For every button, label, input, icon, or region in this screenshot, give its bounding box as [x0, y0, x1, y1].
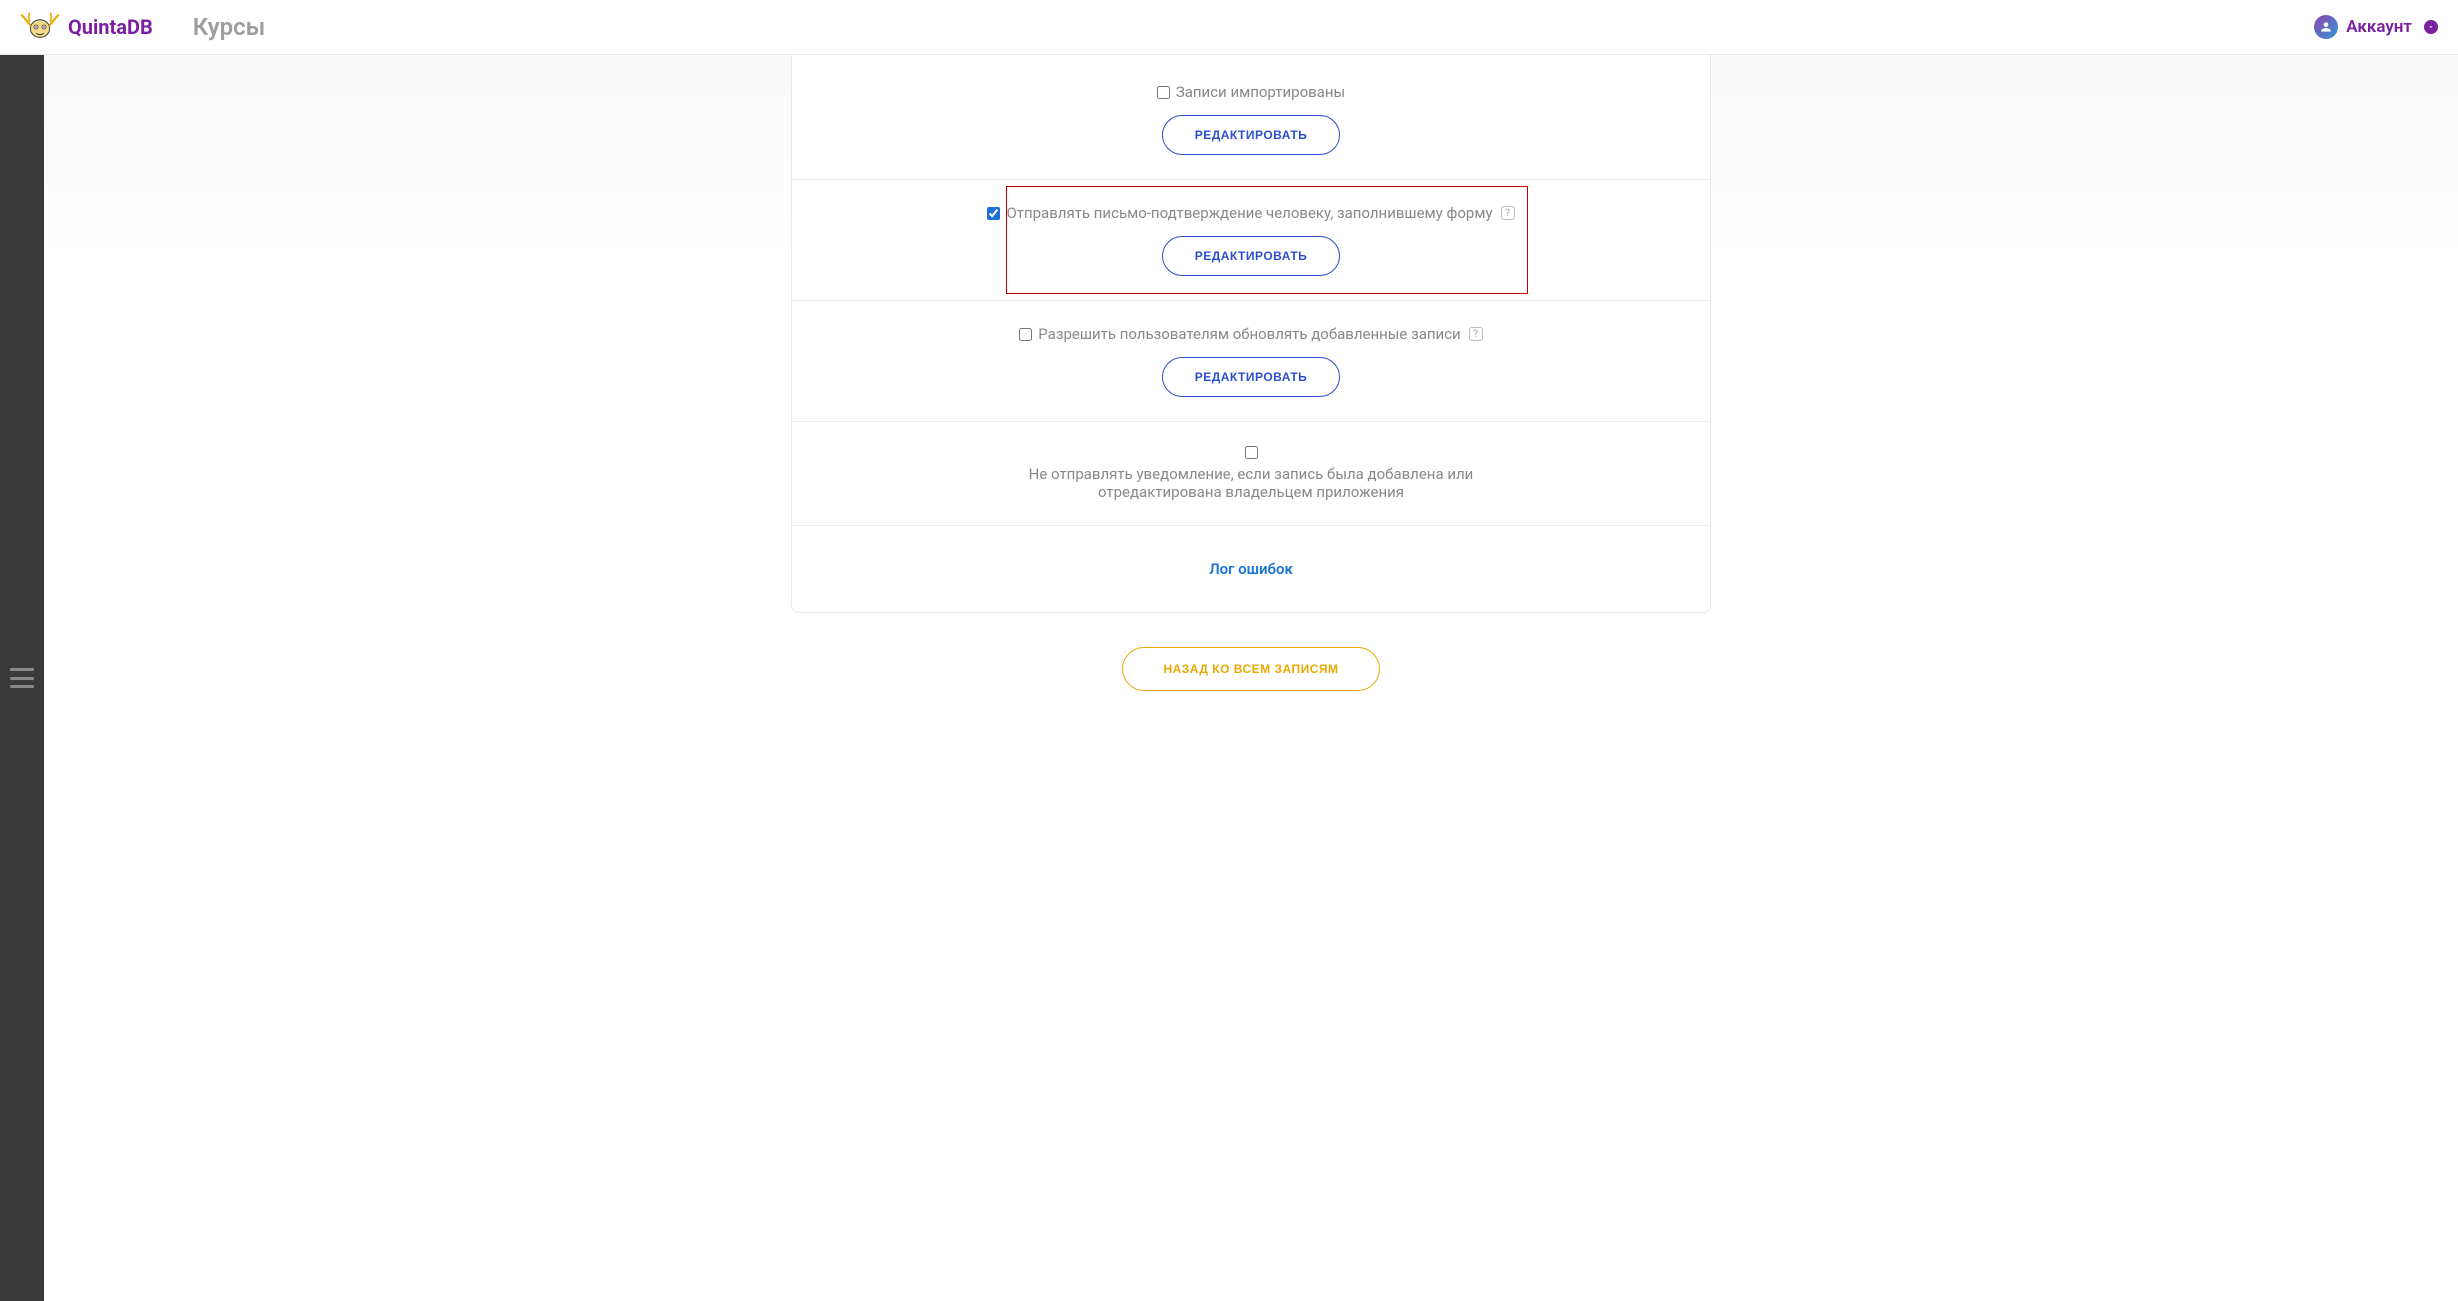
error-log-link[interactable]: Лог ошибок: [792, 526, 1710, 612]
edit-button-allow-update[interactable]: РЕДАКТИРОВАТЬ: [1162, 357, 1341, 397]
section-confirmation-email: Отправлять письмо-подтверждение человеку…: [792, 179, 1710, 300]
app-header: QuintaDB Курсы Аккаунт: [0, 0, 2458, 55]
edit-button-imported[interactable]: РЕДАКТИРОВАТЬ: [1162, 115, 1341, 155]
logo[interactable]: QuintaDB: [20, 11, 153, 43]
settings-card: Записи импортированы РЕДАКТИРОВАТЬ Отпра…: [791, 55, 1711, 613]
avatar-icon: [2314, 15, 2338, 39]
account-label: Аккаунт: [2346, 17, 2412, 37]
logo-text: QuintaDB: [68, 15, 153, 39]
help-icon[interactable]: ?: [1469, 327, 1483, 341]
header-left: QuintaDB Курсы: [20, 11, 265, 43]
menu-icon[interactable]: [10, 668, 34, 688]
label-no-notify-owner: Не отправлять уведомление, если запись б…: [1006, 465, 1496, 501]
help-icon[interactable]: ?: [1501, 206, 1515, 220]
section-no-notify-owner: Не отправлять уведомление, если запись б…: [792, 421, 1710, 525]
back-button[interactable]: НАЗАД КО ВСЕМ ЗАПИСЯМ: [1122, 647, 1379, 691]
sidebar: [0, 55, 44, 1301]
chevron-down-icon: [2424, 20, 2438, 34]
label-allow-update: Разрешить пользователям обновлять добавл…: [1038, 325, 1460, 343]
section-error-log: Лог ошибок: [792, 525, 1710, 612]
edit-button-confirmation[interactable]: РЕДАКТИРОВАТЬ: [1162, 236, 1341, 276]
label-confirmation-email: Отправлять письмо-подтверждение человеку…: [1006, 204, 1492, 222]
checkbox-confirmation-email[interactable]: [987, 207, 1000, 220]
label-records-imported: Записи импортированы: [1176, 83, 1345, 101]
section-allow-update: Разрешить пользователям обновлять добавл…: [792, 300, 1710, 421]
checkbox-allow-update[interactable]: [1019, 328, 1032, 341]
checkbox-no-notify-owner[interactable]: [1245, 446, 1258, 459]
logo-icon: [20, 11, 60, 43]
main-content: Записи импортированы РЕДАКТИРОВАТЬ Отпра…: [44, 55, 2458, 1301]
section-records-imported: Записи импортированы РЕДАКТИРОВАТЬ: [792, 55, 1710, 179]
breadcrumb[interactable]: Курсы: [193, 13, 266, 41]
checkbox-records-imported[interactable]: [1157, 86, 1170, 99]
account-menu[interactable]: Аккаунт: [2314, 15, 2438, 39]
